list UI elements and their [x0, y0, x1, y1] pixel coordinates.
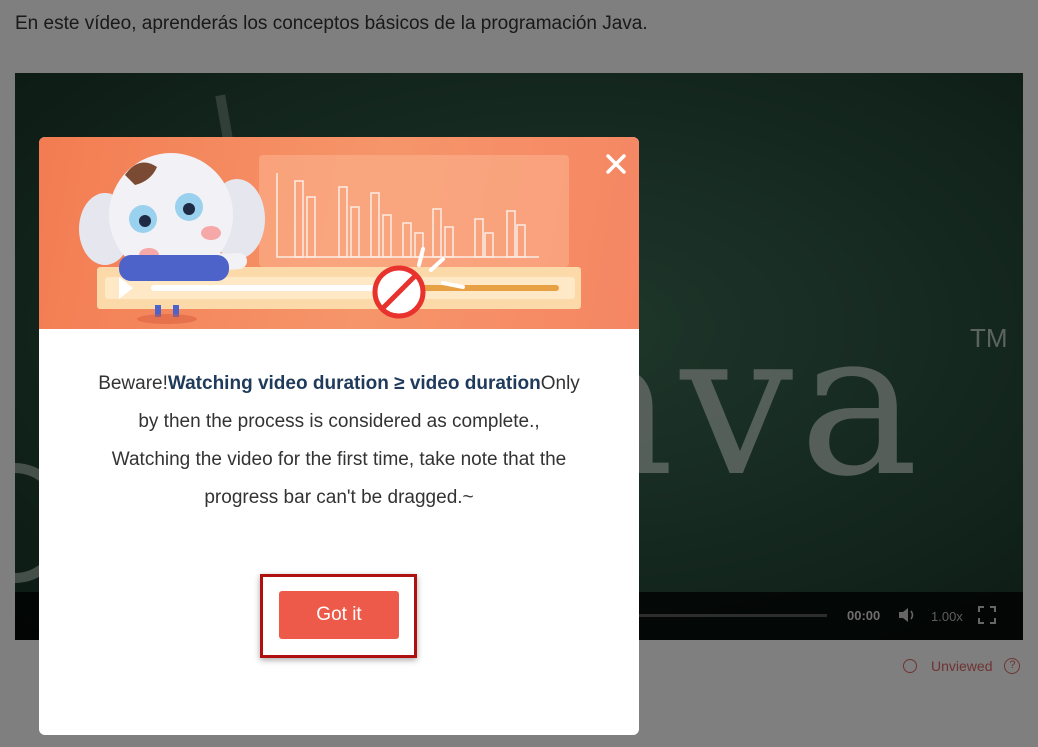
message-bold: Watching video duration ≥ video duration — [167, 373, 541, 394]
message-line-4: progress bar can't be dragged.~ — [204, 487, 474, 508]
notice-modal: Beware!Watching video duration ≥ video d… — [39, 137, 639, 735]
close-icon[interactable] — [601, 149, 631, 179]
message-line-1: Beware!Watching video duration ≥ video d… — [79, 365, 599, 403]
modal-message: Beware!Watching video duration ≥ video d… — [79, 365, 599, 517]
modal-illustration — [39, 137, 639, 329]
elephant-illustration — [79, 153, 581, 324]
message-line-2: by then the process is considered as com… — [138, 411, 540, 432]
message-prefix: Beware! — [98, 373, 168, 394]
got-it-button[interactable]: Got it — [279, 591, 399, 639]
message-line-3: Watching the video for the first time, t… — [111, 449, 567, 470]
message-suffix: Only — [540, 373, 580, 394]
